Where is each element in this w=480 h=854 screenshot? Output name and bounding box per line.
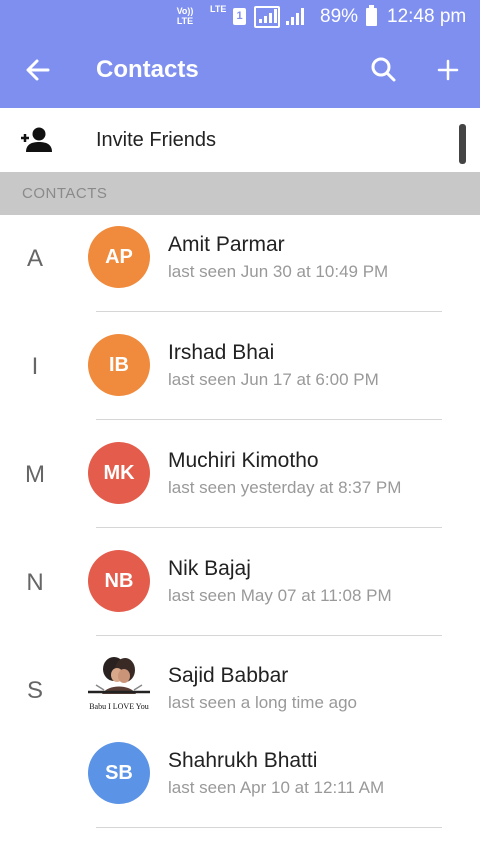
index-letter: N — [26, 569, 44, 596]
contact-name: Nik Bajaj — [168, 557, 251, 580]
section-label: CONTACTS — [22, 185, 108, 202]
contact-last-seen: last seen yesterday at 8:37 PM — [168, 478, 402, 497]
avatar-photo: Babu I LOVE You — [84, 654, 154, 718]
divider — [96, 635, 442, 636]
contact-name: Shahrukh Bhatti — [168, 749, 318, 772]
index-letter: S — [26, 677, 43, 704]
contact-last-seen: last seen Apr 10 at 12:11 AM — [168, 778, 385, 797]
battery-icon — [366, 5, 377, 26]
battery-percent: 89% — [320, 6, 359, 27]
contact-last-seen: last seen Jun 30 at 10:49 PM — [168, 262, 389, 281]
divider — [96, 311, 442, 312]
status-bar: Vo)) LTE LTE 1 89% 12:48 pm — [0, 0, 480, 34]
avatar: NB — [88, 550, 150, 612]
sim-indicator: 1 — [233, 8, 246, 25]
scrollbar[interactable] — [459, 124, 466, 164]
avatar-photo-caption: Babu I LOVE You — [89, 702, 149, 711]
clock: 12:48 pm — [387, 6, 467, 27]
section-header: CONTACTS — [0, 172, 480, 215]
arrow-left-icon[interactable] — [20, 52, 56, 88]
avatar: MK — [88, 442, 150, 504]
contact-name: Sajid Babbar — [168, 664, 289, 687]
contact-name: Muchiri Kimotho — [168, 449, 319, 472]
invite-friends-row[interactable]: Invite Friends — [0, 108, 480, 172]
person-add-icon — [20, 125, 54, 155]
signal-strength-icon — [286, 6, 306, 28]
plus-icon[interactable] — [430, 52, 466, 88]
divider — [96, 827, 442, 828]
page-title: Contacts — [96, 56, 199, 83]
search-icon[interactable] — [366, 52, 402, 88]
contact-name: Irshad Bhai — [168, 341, 275, 364]
divider — [96, 527, 442, 528]
index-letter: A — [26, 245, 43, 272]
contact-last-seen: last seen a long time ago — [168, 693, 358, 712]
app-toolbar: Contacts — [0, 34, 480, 108]
avatar: IB — [88, 334, 150, 396]
contact-last-seen: last seen Jun 17 at 6:00 PM — [168, 370, 379, 389]
index-letter: M — [25, 461, 45, 488]
divider — [96, 419, 442, 420]
volte-indicator: Vo)) LTE — [176, 6, 194, 26]
contact-name: Amit Parmar — [168, 233, 285, 256]
lte-indicator: LTE — [210, 4, 227, 14]
avatar: AP — [88, 226, 150, 288]
contact-last-seen: last seen May 07 at 11:08 PM — [168, 586, 392, 605]
signal-strength-icon — [254, 6, 280, 28]
invite-friends-label: Invite Friends — [96, 129, 217, 151]
index-letter: I — [31, 353, 39, 380]
avatar: SB — [88, 742, 150, 804]
